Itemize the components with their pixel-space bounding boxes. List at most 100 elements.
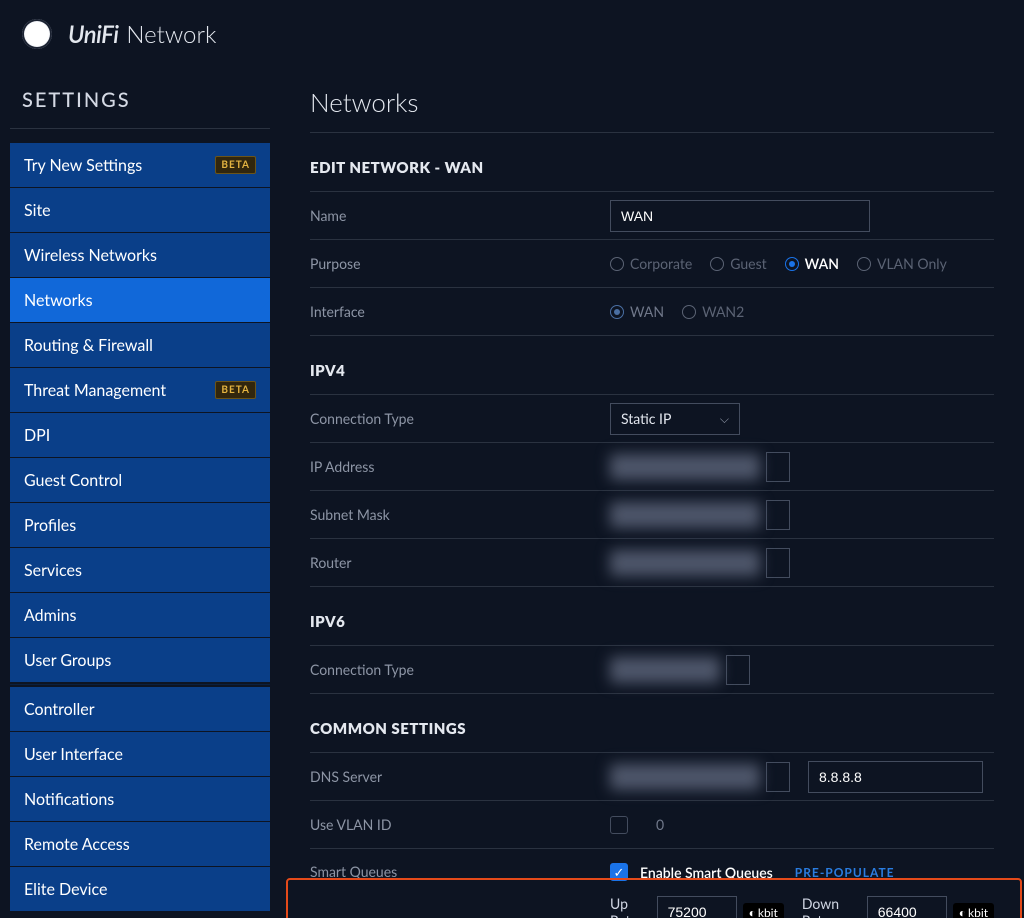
use-vlan-checkbox[interactable]	[610, 816, 628, 834]
sidebar-item-label: Wireless Networks	[24, 246, 157, 265]
row-dns-server: DNS Server	[310, 753, 994, 801]
row-router: Router	[310, 539, 994, 587]
sidebar-item-site[interactable]: Site	[10, 188, 270, 232]
sidebar-item-threat-management[interactable]: Threat Management BETA	[10, 368, 270, 412]
chevron-down-icon: ⌵	[720, 411, 729, 427]
sidebar-item-label: Routing & Firewall	[24, 336, 153, 355]
radio-if-wan2[interactable]: WAN2	[682, 303, 744, 320]
sidebar-item-label: Site	[24, 201, 51, 220]
sidebar-item-user-interface[interactable]: User Interface	[10, 732, 270, 776]
row-purpose: Purpose Corporate Guest WAN VLAN Only	[310, 240, 994, 288]
input-suffix	[766, 762, 790, 792]
section-ipv4: IPV4	[310, 336, 994, 395]
section-common-settings: COMMON SETTINGS	[310, 694, 994, 753]
sidebar-item-label: Networks	[24, 291, 93, 310]
up-rate-group: Up Rate ◐kbit	[610, 895, 784, 918]
radio-vlan-only[interactable]: VLAN Only	[857, 255, 947, 272]
sidebar-item-dpi[interactable]: DPI	[10, 413, 270, 457]
row-smart-queues: Smart Queues ✓ Enable Smart Queues PRE-P…	[310, 849, 994, 918]
radio-dot-icon	[682, 305, 696, 319]
sidebar-item-label: User Interface	[24, 745, 123, 764]
row-use-vlan-id: Use VLAN ID 0	[310, 801, 994, 849]
row-connection-type-v6: Connection Type	[310, 646, 994, 694]
redacted-value	[610, 502, 760, 528]
sidebar-item-notifications[interactable]: Notifications	[10, 777, 270, 821]
input-suffix	[766, 452, 790, 482]
redacted-value	[610, 454, 760, 480]
sidebar-item-label: User Groups	[24, 651, 111, 670]
sidebar-divider	[10, 684, 270, 685]
radio-wan[interactable]: WAN	[785, 255, 839, 272]
radio-dot-icon	[710, 257, 724, 271]
row-connection-type: Connection Type Static IP ⌵	[310, 395, 994, 443]
settings-sidebar: SETTINGS Try New Settings BETA Site Wire…	[0, 68, 280, 918]
sidebar-item-label: Admins	[24, 606, 76, 625]
sidebar-item-label: Remote Access	[24, 835, 130, 854]
sidebar-item-controller[interactable]: Controller	[10, 687, 270, 731]
radio-guest[interactable]: Guest	[710, 255, 766, 272]
up-rate-input[interactable]	[657, 896, 737, 918]
sidebar-item-remote-access[interactable]: Remote Access	[10, 822, 270, 866]
down-rate-group: Down Rate ◐kbit	[802, 895, 994, 918]
sidebar-item-label: Profiles	[24, 516, 76, 535]
section-ipv6: IPV6	[310, 587, 994, 646]
sidebar-item-elite-device[interactable]: Elite Device	[10, 867, 270, 911]
top-bar: UniFi Network	[0, 0, 1024, 68]
sidebar-item-label: DPI	[24, 426, 50, 445]
label-smart-queues: Smart Queues	[310, 863, 610, 880]
sidebar-item-label: Try New Settings	[24, 156, 142, 175]
section-edit-network: EDIT NETWORK - WAN	[310, 133, 994, 192]
radio-if-wan[interactable]: WAN	[610, 303, 664, 320]
label-interface: Interface	[310, 303, 610, 320]
sidebar-item-admins[interactable]: Admins	[10, 593, 270, 637]
redacted-value	[610, 550, 760, 576]
sidebar-item-routing-firewall[interactable]: Routing & Firewall	[10, 323, 270, 367]
prepopulate-link[interactable]: PRE-POPULATE	[795, 865, 895, 880]
name-input[interactable]	[610, 200, 870, 232]
sidebar-item-services[interactable]: Services	[10, 548, 270, 592]
purpose-radio-group: Corporate Guest WAN VLAN Only	[610, 255, 994, 272]
sidebar-item-try-new-settings[interactable]: Try New Settings BETA	[10, 143, 270, 187]
up-rate-label: Up Rate	[610, 895, 651, 918]
redacted-value	[610, 764, 760, 790]
input-suffix	[726, 655, 750, 685]
radio-dot-icon	[785, 257, 799, 271]
sidebar-item-label: Threat Management	[24, 381, 166, 400]
label-use-vlan-id: Use VLAN ID	[310, 816, 610, 833]
radio-dot-icon	[610, 305, 624, 319]
sidebar-item-guest-control[interactable]: Guest Control	[10, 458, 270, 502]
radio-corporate[interactable]: Corporate	[610, 255, 692, 272]
beta-badge: BETA	[215, 156, 256, 174]
label-subnet-mask: Subnet Mask	[310, 506, 610, 523]
radio-dot-icon	[610, 257, 624, 271]
label-ip-address: IP Address	[310, 458, 610, 475]
sidebar-item-networks[interactable]: Networks	[10, 278, 270, 322]
dns2-input[interactable]	[808, 761, 983, 793]
sidebar-item-label: Guest Control	[24, 471, 122, 490]
sidebar-item-label: Services	[24, 561, 82, 580]
label-name: Name	[310, 207, 610, 224]
beta-badge: BETA	[215, 381, 256, 399]
connection-type-select[interactable]: Static IP ⌵	[610, 403, 740, 435]
up-rate-unit[interactable]: ◐kbit	[743, 903, 784, 918]
label-connection-type-v6: Connection Type	[310, 661, 610, 678]
redacted-value	[610, 657, 720, 683]
sidebar-item-user-groups[interactable]: User Groups	[10, 638, 270, 682]
main-panel: Networks EDIT NETWORK - WAN Name Purpose…	[280, 68, 1024, 918]
brand-logo-icon	[22, 19, 52, 49]
row-interface: Interface WAN WAN2	[310, 288, 994, 336]
sidebar-item-profiles[interactable]: Profiles	[10, 503, 270, 547]
sidebar-item-label: Elite Device	[24, 880, 107, 899]
sidebar-item-wireless-networks[interactable]: Wireless Networks	[10, 233, 270, 277]
label-router: Router	[310, 554, 610, 571]
sidebar-item-label: Controller	[24, 700, 95, 719]
down-rate-unit[interactable]: ◐kbit	[953, 903, 994, 918]
row-subnet-mask: Subnet Mask	[310, 491, 994, 539]
enable-smart-queues-checkbox[interactable]: ✓	[610, 863, 628, 881]
sidebar-group-2: Controller User Interface Notifications …	[10, 687, 270, 911]
sidebar-title: SETTINGS	[10, 68, 270, 129]
sidebar-group-1: Try New Settings BETA Site Wireless Netw…	[10, 143, 270, 682]
down-rate-input[interactable]	[867, 896, 947, 918]
label-connection-type: Connection Type	[310, 410, 610, 427]
input-suffix	[766, 548, 790, 578]
